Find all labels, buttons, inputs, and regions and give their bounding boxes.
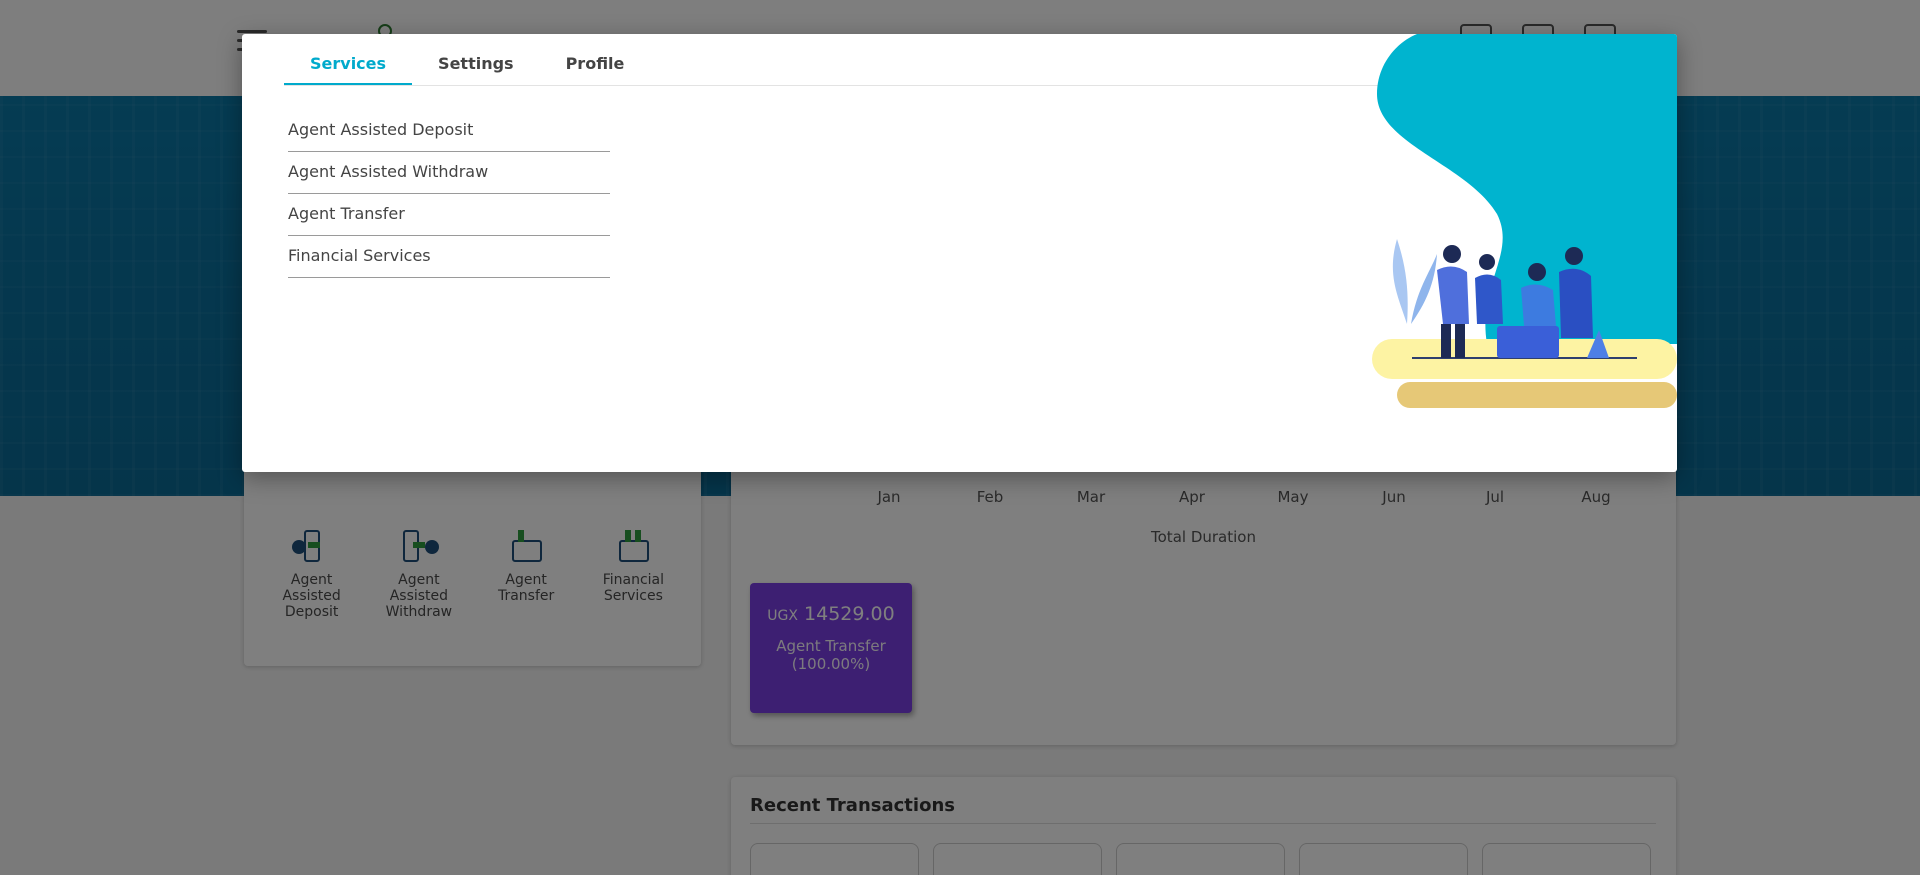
menu-item-agent-assisted-withdraw[interactable]: Agent Assisted Withdraw [288, 152, 610, 194]
menu-item-agent-assisted-deposit[interactable]: Agent Assisted Deposit [288, 110, 610, 152]
tab-services[interactable]: Services [284, 34, 413, 86]
services-menu: Agent Assisted Deposit Agent Assisted Wi… [288, 110, 610, 278]
services-modal: Services Settings Profile Agent Assisted… [242, 34, 1677, 472]
menu-item-financial-services[interactable]: Financial Services [288, 236, 610, 278]
modal-tabs: Services Settings Profile [284, 34, 650, 86]
tab-profile[interactable]: Profile [540, 34, 651, 86]
menu-item-agent-transfer[interactable]: Agent Transfer [288, 194, 610, 236]
team-illustration [1372, 34, 1677, 408]
tab-settings[interactable]: Settings [412, 34, 540, 86]
